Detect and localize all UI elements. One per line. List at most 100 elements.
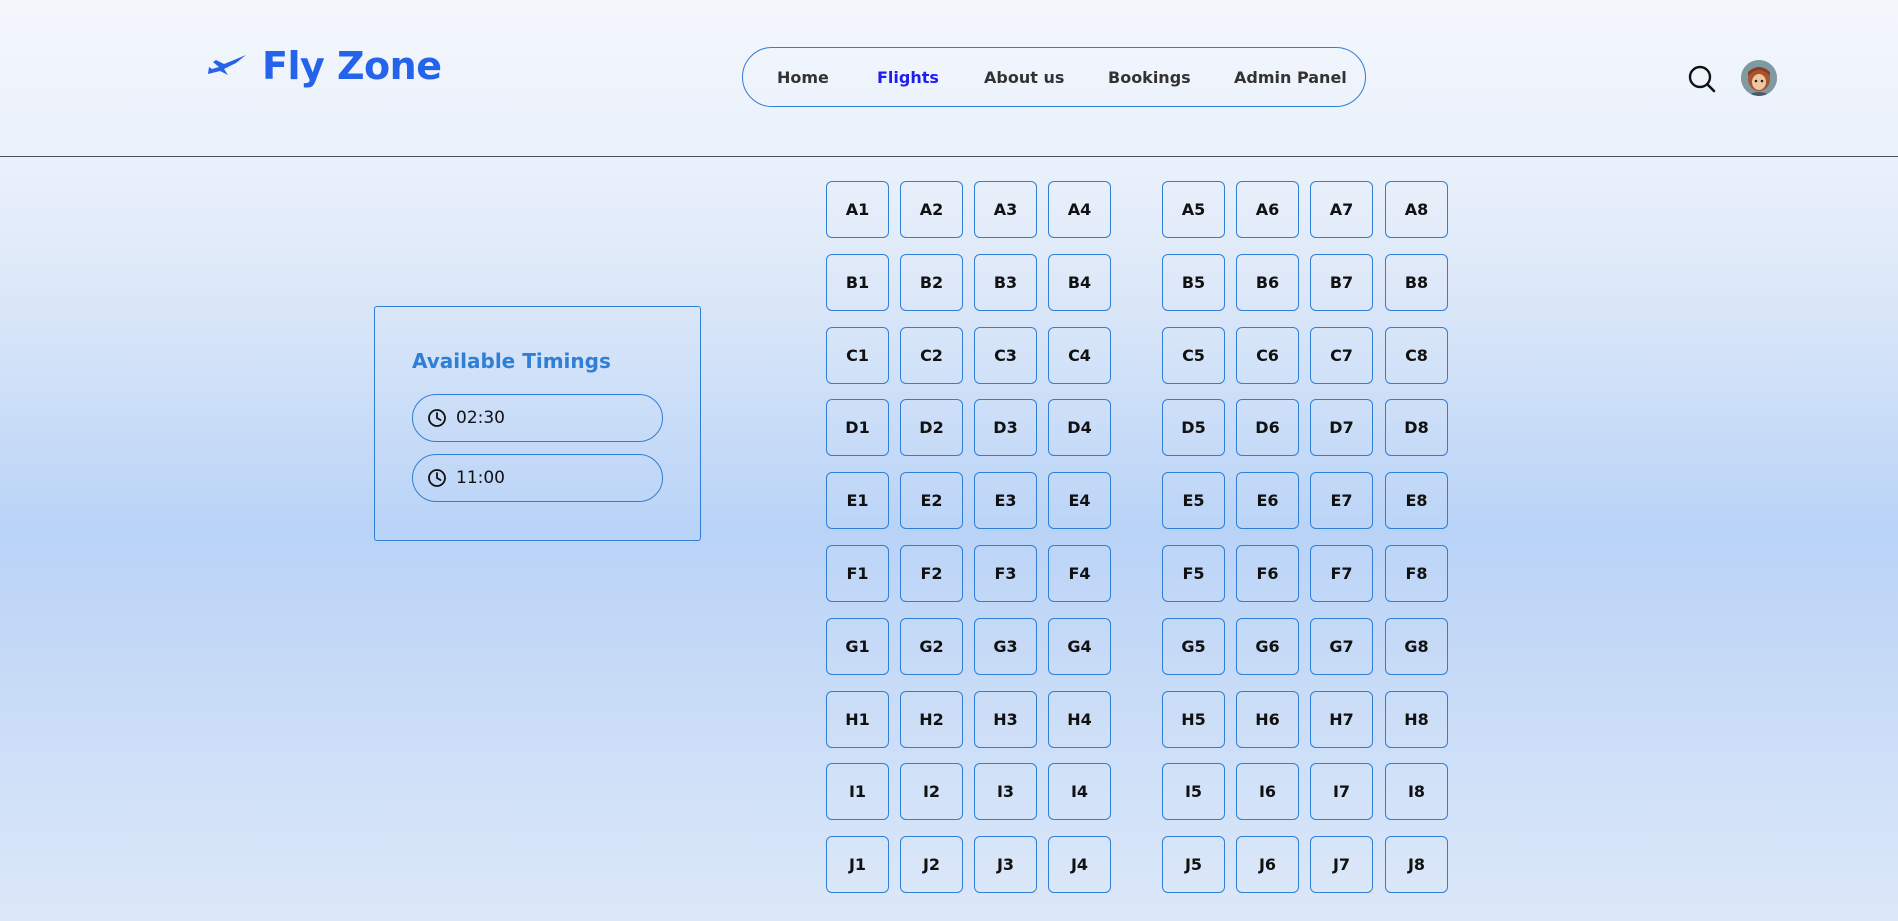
brand-name: Fly Zone: [262, 44, 442, 88]
search-icon[interactable]: [1687, 64, 1717, 94]
seat-j1[interactable]: J1: [826, 836, 889, 893]
nav-admin-panel[interactable]: Admin Panel: [1234, 68, 1347, 87]
seat-g2[interactable]: G2: [900, 618, 963, 675]
seat-g1[interactable]: G1: [826, 618, 889, 675]
seat-g8[interactable]: G8: [1385, 618, 1448, 675]
seat-f8[interactable]: F8: [1385, 545, 1448, 602]
seat-c3[interactable]: C3: [974, 327, 1037, 384]
seat-e8[interactable]: E8: [1385, 472, 1448, 529]
plane-icon: [208, 55, 246, 75]
seat-b1[interactable]: B1: [826, 254, 889, 311]
timing-slot[interactable]: 11:00: [412, 454, 663, 502]
seat-i8[interactable]: I8: [1385, 763, 1448, 820]
seat-i7[interactable]: I7: [1310, 763, 1373, 820]
seat-f1[interactable]: F1: [826, 545, 889, 602]
seat-d8[interactable]: D8: [1385, 399, 1448, 456]
available-timings-panel: Available Timings 02:30 11:00: [374, 306, 701, 541]
seat-c8[interactable]: C8: [1385, 327, 1448, 384]
seat-f2[interactable]: F2: [900, 545, 963, 602]
seat-a4[interactable]: A4: [1048, 181, 1111, 238]
seat-d4[interactable]: D4: [1048, 399, 1111, 456]
clock-icon: [428, 469, 446, 487]
seat-e4[interactable]: E4: [1048, 472, 1111, 529]
seat-i3[interactable]: I3: [974, 763, 1037, 820]
seat-b4[interactable]: B4: [1048, 254, 1111, 311]
seat-g3[interactable]: G3: [974, 618, 1037, 675]
main-nav: Home Flights About us Bookings Admin Pan…: [742, 47, 1366, 107]
timing-slot[interactable]: 02:30: [412, 394, 663, 442]
seat-g7[interactable]: G7: [1310, 618, 1373, 675]
seat-j5[interactable]: J5: [1162, 836, 1225, 893]
seat-h3[interactable]: H3: [974, 691, 1037, 748]
seat-d2[interactable]: D2: [900, 399, 963, 456]
seat-j2[interactable]: J2: [900, 836, 963, 893]
seat-i1[interactable]: I1: [826, 763, 889, 820]
seat-e5[interactable]: E5: [1162, 472, 1225, 529]
seat-f7[interactable]: F7: [1310, 545, 1373, 602]
seat-b2[interactable]: B2: [900, 254, 963, 311]
seat-i6[interactable]: I6: [1236, 763, 1299, 820]
header: Fly Zone Home Flights About us Bookings …: [0, 0, 1898, 157]
seat-f3[interactable]: F3: [974, 545, 1037, 602]
seat-h1[interactable]: H1: [826, 691, 889, 748]
seat-g6[interactable]: G6: [1236, 618, 1299, 675]
seat-c1[interactable]: C1: [826, 327, 889, 384]
seat-e6[interactable]: E6: [1236, 472, 1299, 529]
seat-j6[interactable]: J6: [1236, 836, 1299, 893]
seat-f5[interactable]: F5: [1162, 545, 1225, 602]
seat-c6[interactable]: C6: [1236, 327, 1299, 384]
nav-bookings[interactable]: Bookings: [1108, 68, 1191, 87]
timing-slot-time: 11:00: [456, 468, 505, 488]
seat-h7[interactable]: H7: [1310, 691, 1373, 748]
seat-j8[interactable]: J8: [1385, 836, 1448, 893]
seat-h4[interactable]: H4: [1048, 691, 1111, 748]
clock-icon: [428, 409, 446, 427]
seat-h2[interactable]: H2: [900, 691, 963, 748]
seat-c4[interactable]: C4: [1048, 327, 1111, 384]
seat-f6[interactable]: F6: [1236, 545, 1299, 602]
seat-a5[interactable]: A5: [1162, 181, 1225, 238]
seat-b3[interactable]: B3: [974, 254, 1037, 311]
seat-d3[interactable]: D3: [974, 399, 1037, 456]
seat-e7[interactable]: E7: [1310, 472, 1373, 529]
seat-c7[interactable]: C7: [1310, 327, 1373, 384]
seat-f4[interactable]: F4: [1048, 545, 1111, 602]
timings-title: Available Timings: [412, 349, 611, 373]
seat-a7[interactable]: A7: [1310, 181, 1373, 238]
seat-b6[interactable]: B6: [1236, 254, 1299, 311]
seat-d5[interactable]: D5: [1162, 399, 1225, 456]
seat-i2[interactable]: I2: [900, 763, 963, 820]
seat-i5[interactable]: I5: [1162, 763, 1225, 820]
seat-b8[interactable]: B8: [1385, 254, 1448, 311]
seat-d6[interactable]: D6: [1236, 399, 1299, 456]
seat-c5[interactable]: C5: [1162, 327, 1225, 384]
seat-h5[interactable]: H5: [1162, 691, 1225, 748]
seat-h8[interactable]: H8: [1385, 691, 1448, 748]
seat-a1[interactable]: A1: [826, 181, 889, 238]
seat-a8[interactable]: A8: [1385, 181, 1448, 238]
seat-i4[interactable]: I4: [1048, 763, 1111, 820]
seat-b5[interactable]: B5: [1162, 254, 1225, 311]
seat-b7[interactable]: B7: [1310, 254, 1373, 311]
nav-flights[interactable]: Flights: [877, 68, 939, 87]
seat-e1[interactable]: E1: [826, 472, 889, 529]
nav-home[interactable]: Home: [777, 68, 829, 87]
nav-about-us[interactable]: About us: [984, 68, 1064, 87]
seat-e2[interactable]: E2: [900, 472, 963, 529]
seat-g5[interactable]: G5: [1162, 618, 1225, 675]
seat-j3[interactable]: J3: [974, 836, 1037, 893]
seat-d1[interactable]: D1: [826, 399, 889, 456]
timing-slot-time: 02:30: [456, 408, 505, 428]
seat-g4[interactable]: G4: [1048, 618, 1111, 675]
seat-c2[interactable]: C2: [900, 327, 963, 384]
seat-a6[interactable]: A6: [1236, 181, 1299, 238]
seat-e3[interactable]: E3: [974, 472, 1037, 529]
brand-logo[interactable]: Fly Zone: [206, 44, 442, 88]
seat-a2[interactable]: A2: [900, 181, 963, 238]
seat-j7[interactable]: J7: [1310, 836, 1373, 893]
seat-a3[interactable]: A3: [974, 181, 1037, 238]
seat-h6[interactable]: H6: [1236, 691, 1299, 748]
seat-j4[interactable]: J4: [1048, 836, 1111, 893]
user-avatar[interactable]: [1741, 60, 1777, 96]
seat-d7[interactable]: D7: [1310, 399, 1373, 456]
